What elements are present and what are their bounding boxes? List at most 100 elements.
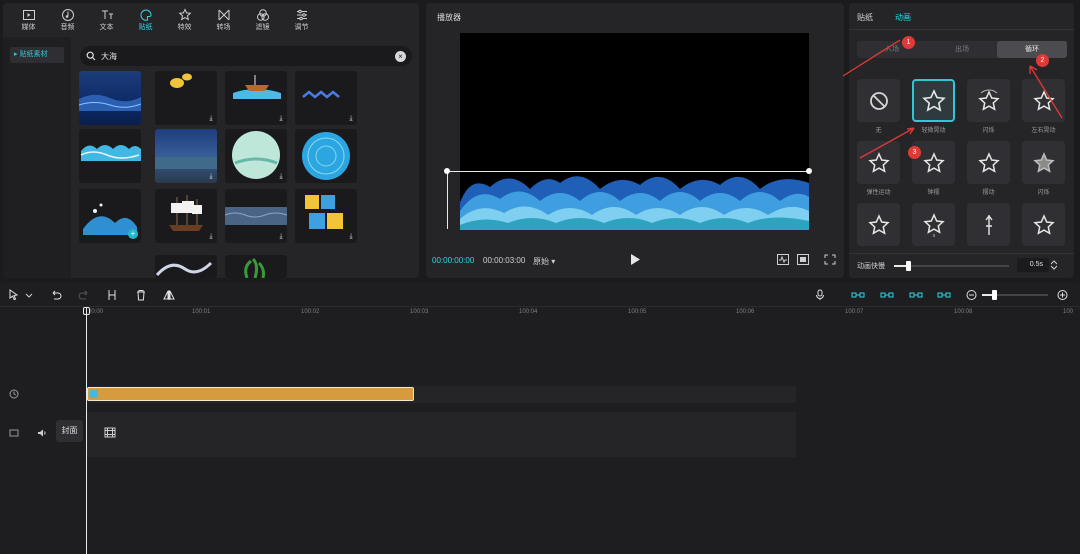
sticker-thumb[interactable] [79, 71, 141, 125]
microphone-icon[interactable] [814, 289, 826, 301]
animation-option[interactable] [967, 141, 1010, 184]
sticker-thumb[interactable]: ⤓ [155, 189, 217, 243]
cover-button[interactable]: 封面 [56, 420, 83, 442]
animation-option[interactable] [1022, 203, 1065, 246]
zoom-slider[interactable] [982, 290, 1048, 300]
waveform-icon[interactable] [777, 254, 789, 265]
audio-icon [61, 9, 74, 21]
delete-icon[interactable] [135, 289, 147, 301]
ratio-dropdown[interactable]: 原始 ▾ [533, 256, 555, 267]
segment-loop[interactable]: 循环 [997, 41, 1067, 58]
track-audio-icon[interactable] [37, 428, 47, 438]
play-icon[interactable] [630, 254, 640, 265]
zoom-slider-knob[interactable] [992, 290, 997, 300]
resize-handle[interactable] [806, 168, 812, 174]
preview-axis-icon[interactable] [937, 289, 951, 301]
track-clock-icon[interactable] [9, 389, 19, 399]
select-cursor-icon[interactable] [8, 289, 20, 301]
film-strip-icon[interactable] [104, 427, 116, 438]
animation-option[interactable] [857, 141, 900, 184]
star-jump-icon [922, 212, 945, 237]
download-icon[interactable]: ⤓ [207, 173, 215, 181]
animation-option[interactable] [1022, 79, 1065, 122]
toolbar-transition[interactable]: 转场 [204, 3, 243, 37]
chevron-down-icon[interactable] [25, 289, 33, 301]
speed-slider-knob[interactable] [905, 261, 911, 271]
sticker-thumb[interactable]: ⤓ [295, 71, 357, 125]
mirror-icon[interactable] [163, 289, 175, 301]
animation-option[interactable] [857, 203, 900, 246]
sticker-thumb[interactable]: ⤓ [225, 71, 287, 125]
speed-slider[interactable] [894, 261, 1009, 271]
clear-search-icon[interactable]: × [395, 50, 406, 62]
animation-option[interactable] [1022, 141, 1065, 184]
download-icon[interactable]: ⤓ [207, 233, 215, 241]
timeline-ruler[interactable]: 00:00 100:01 100:02 100:03 100:04 100:05… [86, 307, 1080, 321]
track-hide-icon[interactable] [9, 428, 19, 438]
linkage-icon[interactable] [909, 289, 923, 301]
animation-option-selected[interactable] [912, 79, 955, 122]
toolbar-label: 转场 [216, 24, 231, 31]
add-sticker-icon[interactable]: + [128, 229, 138, 239]
download-icon[interactable]: ⤓ [347, 115, 355, 123]
link-main-track-icon[interactable] [851, 289, 865, 301]
toolbar-label: 滤镜 [255, 24, 270, 31]
speed-value-input[interactable]: 0.5s [1017, 258, 1049, 272]
toolbar-text[interactable]: 文本 [87, 3, 126, 37]
stepper-icon[interactable] [1051, 260, 1057, 270]
toolbar-media[interactable]: 媒体 [9, 3, 48, 37]
search-input[interactable]: 大海 [101, 51, 390, 62]
sticker-thumb[interactable] [295, 129, 357, 183]
fit-screen-icon[interactable] [797, 254, 809, 265]
sticker-thumb[interactable]: ⤓ [295, 189, 357, 243]
sidebar-item-sticker-material[interactable]: ▸ 贴纸素材 [10, 47, 64, 63]
preview-canvas[interactable] [460, 33, 809, 230]
download-icon[interactable]: ⤓ [277, 173, 285, 181]
toolbar-audio[interactable]: 音频 [48, 3, 87, 37]
toolbar-adjust[interactable]: 调节 [282, 3, 321, 37]
sticker-thumb[interactable]: ⤓ [225, 189, 287, 243]
timeline-panel: 00:00 100:01 100:02 100:03 100:04 100:05… [0, 283, 1080, 554]
redo-icon[interactable] [78, 289, 90, 301]
sticker-thumb[interactable] [155, 255, 217, 278]
animation-label: 轻微晃动 [921, 128, 946, 134]
download-icon[interactable]: ⤓ [277, 115, 285, 123]
ruler-tick: 00:00 [88, 309, 104, 315]
magnet-icon[interactable] [880, 289, 894, 301]
tab-animation[interactable]: 动画 [895, 12, 911, 23]
sticker-thumb[interactable]: + [79, 189, 141, 243]
selection-box-top [447, 171, 810, 172]
tab-sticker[interactable]: 贴纸 [857, 12, 873, 23]
resize-handle[interactable] [444, 168, 450, 174]
property-tabs: 贴纸 动画 [857, 12, 911, 23]
sticker-thumb[interactable]: ⤓ [225, 129, 287, 183]
download-icon[interactable]: ⤓ [347, 233, 355, 241]
download-icon[interactable]: ⤓ [277, 233, 285, 241]
zoom-out-icon[interactable] [966, 289, 977, 301]
sticker-thumb[interactable] [79, 129, 141, 183]
download-icon[interactable]: ⤓ [207, 115, 215, 123]
sticker-thumb[interactable] [225, 255, 287, 278]
media-icon [22, 10, 35, 20]
split-icon[interactable] [106, 289, 118, 301]
fullscreen-icon[interactable] [824, 254, 836, 265]
segment-out[interactable]: 出场 [927, 41, 997, 58]
player-controls: 00:00:00:00 00:00:03:00 原始 ▾ [426, 251, 844, 271]
undo-icon[interactable] [50, 289, 62, 301]
animation-option[interactable] [967, 203, 1010, 246]
playhead-line[interactable] [86, 307, 87, 554]
sticker-clip[interactable] [87, 387, 414, 401]
animation-option[interactable] [967, 79, 1010, 122]
zoom-in-icon[interactable] [1057, 289, 1068, 301]
sticker-thumb[interactable]: ⤓ [155, 71, 217, 125]
toolbar-effects[interactable]: 特效 [165, 3, 204, 37]
sticker-search-bar[interactable]: 大海 × [80, 46, 412, 66]
segment-in[interactable]: 入场 [857, 41, 927, 58]
spring-figure-icon [984, 214, 993, 235]
sticker-thumb[interactable]: ⤓ [155, 129, 217, 183]
animation-option[interactable] [912, 203, 955, 246]
toolbar-sticker[interactable]: 贴纸 [126, 3, 165, 37]
toolbar-filter[interactable]: 滤镜 [243, 3, 282, 37]
speed-value: 0.5s [1029, 261, 1043, 268]
animation-option-none[interactable] [857, 79, 900, 122]
